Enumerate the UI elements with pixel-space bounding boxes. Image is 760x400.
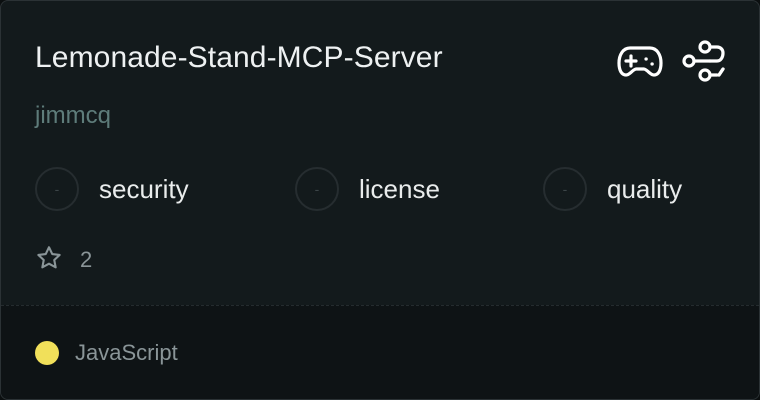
repo-title[interactable]: Lemonade-Stand-MCP-Server (35, 39, 443, 77)
star-icon (35, 244, 63, 277)
metric-license: - license (295, 165, 440, 213)
license-score-ring: - (295, 167, 339, 211)
metric-label: license (359, 173, 440, 204)
gamepad-icon (617, 42, 663, 80)
repo-owner[interactable]: jimmcq (35, 101, 111, 131)
language-color-dot (35, 341, 59, 365)
header-icons (617, 39, 727, 83)
security-score-ring: - (35, 167, 79, 211)
star-count-value: 2 (80, 247, 93, 272)
star-count: 2 (35, 245, 92, 275)
metric-label: security (99, 173, 189, 204)
quality-score-ring: - (543, 167, 587, 211)
workflow-icon (681, 39, 727, 83)
repo-card[interactable]: Lemonade-Stand-MCP-Server jimmcq - secur… (0, 0, 760, 400)
metric-quality: - quality (543, 165, 682, 213)
language-name: JavaScript (75, 340, 178, 365)
language: JavaScript (35, 340, 178, 366)
metric-label: quality (607, 173, 683, 204)
card-footer: JavaScript (1, 305, 759, 399)
metric-security: - security (35, 165, 189, 213)
